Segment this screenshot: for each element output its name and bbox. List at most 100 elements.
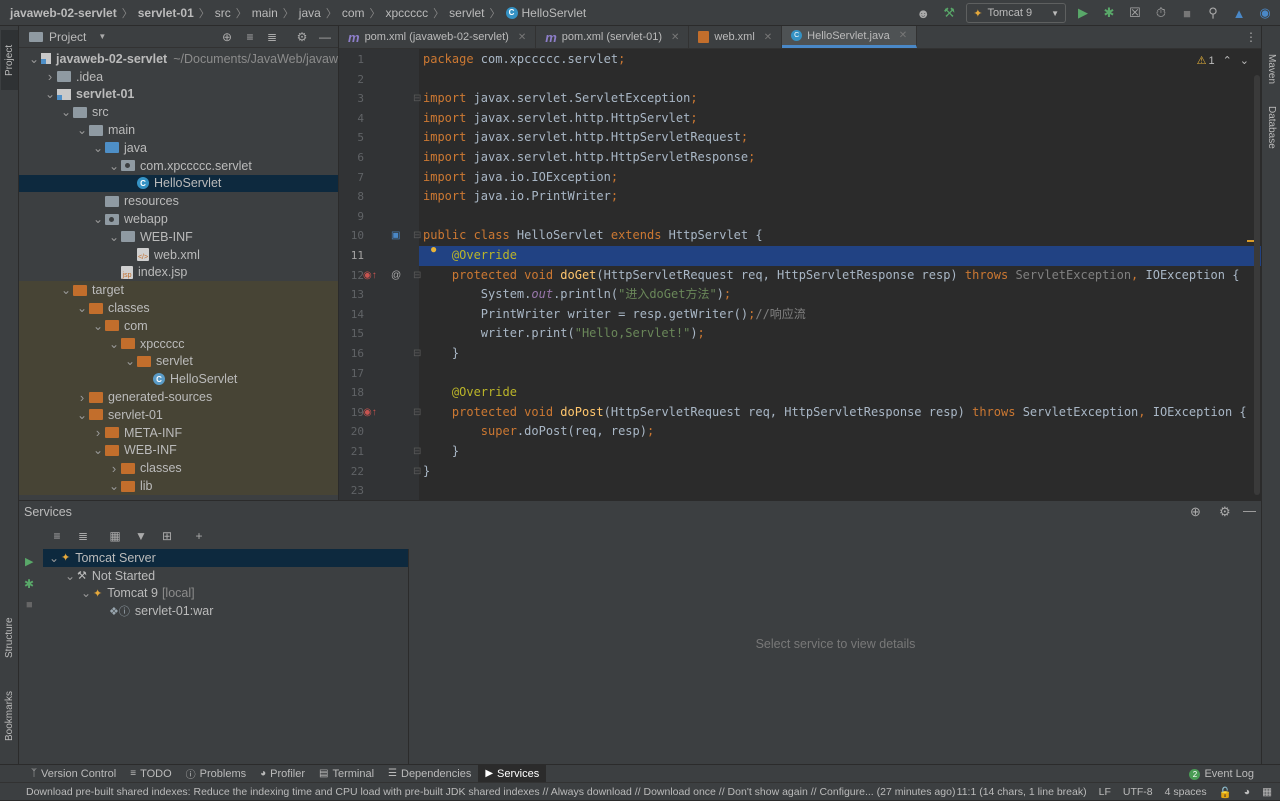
update-icon[interactable]: ▲ xyxy=(1230,4,1248,22)
group-by-icon[interactable]: ▦ xyxy=(107,529,123,543)
chevron-down-icon[interactable]: ⌄ xyxy=(79,587,93,599)
locate-icon[interactable]: ⊕ xyxy=(219,29,235,45)
gear-icon[interactable]: ⚙ xyxy=(1219,504,1231,520)
tree-row[interactable]: ⌄ servlet xyxy=(19,352,338,371)
memory-icon[interactable]: ▦ xyxy=(1262,786,1272,798)
close-icon[interactable]: ✕ xyxy=(671,32,679,43)
chevron-down-icon[interactable]: ⌄ xyxy=(107,338,121,350)
editor-tab[interactable]: m pom.xml (javaweb-02-servlet) ✕ xyxy=(339,26,537,48)
chevron-down-icon[interactable]: ⌄ xyxy=(91,444,105,456)
close-icon[interactable]: ✕ xyxy=(518,32,526,43)
build-hammer-icon[interactable]: ⚒ xyxy=(940,4,958,22)
stop-icon[interactable]: ■ xyxy=(26,599,33,611)
run-configuration-select[interactable]: ✦ Tomcat 9 ▼ xyxy=(966,3,1066,23)
tree-row[interactable]: ⌄ webapp xyxy=(19,210,338,228)
fold-icon[interactable]: ⊟ xyxy=(413,270,421,281)
fold-icon[interactable]: ⊟ xyxy=(413,446,421,457)
project-panel-title[interactable]: Project xyxy=(49,30,86,44)
tree-row[interactable]: ⌄ WEB-INF xyxy=(19,441,338,460)
filter-icon[interactable]: ▼ xyxy=(133,529,149,543)
chevron-down-icon[interactable]: ⌄ xyxy=(75,302,89,314)
tree-row[interactable]: ⌄ servlet-01 xyxy=(19,405,338,424)
structure-tool-tab[interactable]: Structure xyxy=(1,608,18,668)
run-icon[interactable]: ▶ xyxy=(25,555,33,568)
tree-row[interactable]: </> web.xml xyxy=(19,246,338,264)
fold-icon[interactable]: ⊟ xyxy=(413,230,421,241)
chevron-down-icon[interactable]: ⌄ xyxy=(1240,54,1249,67)
collapse-all-icon[interactable]: ≣ xyxy=(264,29,280,45)
file-encoding[interactable]: UTF-8 xyxy=(1123,786,1153,798)
intention-bulb-icon[interactable]: ● xyxy=(430,242,437,256)
line-separator[interactable]: LF xyxy=(1099,786,1111,798)
chevron-down-icon[interactable]: ⌄ xyxy=(107,160,121,172)
database-tool-tab[interactable]: Database xyxy=(1263,96,1280,158)
breadcrumb-item[interactable]: C HelloServlet xyxy=(505,6,586,20)
editor-tab[interactable]: web.xml ✕ xyxy=(689,26,783,48)
bottom-tab[interactable]: ☰ Dependencies xyxy=(381,765,478,783)
fold-icon[interactable]: ⊟ xyxy=(413,93,421,104)
lock-icon[interactable]: 🔓 xyxy=(1219,786,1232,799)
service-row[interactable]: ⌄ ✦ Tomcat Server xyxy=(43,549,408,567)
bottom-tab[interactable]: ▶ Services xyxy=(478,764,547,783)
project-tool-tab[interactable]: Project xyxy=(1,30,18,90)
chevron-right-icon[interactable]: › xyxy=(43,69,57,84)
run-icon[interactable]: ▶ xyxy=(1074,4,1092,22)
breadcrumb-item[interactable]: servlet xyxy=(449,6,484,20)
event-log-tab[interactable]: 2 Event Log xyxy=(1189,765,1254,783)
chevron-down-icon[interactable]: ⌄ xyxy=(59,284,73,296)
user-icon[interactable]: ☻ xyxy=(914,4,932,22)
debug-icon[interactable]: ✱ xyxy=(24,577,34,591)
bottom-tab[interactable]: ◕ Profiler xyxy=(253,765,312,783)
tree-row[interactable]: C HelloServlet xyxy=(19,174,338,193)
new-tab-icon[interactable]: ⊞ xyxy=(159,529,175,543)
bottom-tab[interactable]: ᛉ Version Control xyxy=(24,765,123,783)
breadcrumb-item[interactable]: javaweb-02-servlet xyxy=(10,6,117,20)
tree-row[interactable]: › classes xyxy=(19,459,338,478)
tree-row[interactable]: ⌄ classes xyxy=(19,299,338,317)
chevron-down-icon[interactable]: ⌄ xyxy=(59,106,73,118)
bottom-tab[interactable]: ≡ TODO xyxy=(123,765,178,783)
cursor-position[interactable]: 11:1 (14 chars, 1 line break) xyxy=(957,786,1087,798)
annotation-gutter-icon[interactable]: @ xyxy=(391,270,401,281)
chevron-down-icon[interactable]: ⌄ xyxy=(47,552,61,564)
stop-icon[interactable]: ■ xyxy=(1178,4,1196,22)
tree-row[interactable]: ⌄ src xyxy=(19,103,338,121)
tree-row[interactable]: resources xyxy=(19,192,338,210)
tree-row[interactable]: ⌄ lib xyxy=(19,477,338,495)
status-message[interactable]: Download pre-built shared indexes: Reduc… xyxy=(26,786,955,798)
editor-tab[interactable]: m pom.xml (servlet-01) ✕ xyxy=(536,26,690,48)
chevron-down-icon[interactable]: ⌄ xyxy=(107,231,121,243)
breadcrumb-item[interactable]: xpccccc xyxy=(385,6,428,20)
servlet-class-gutter-icon[interactable]: ▣ xyxy=(391,230,400,241)
chevron-down-icon[interactable]: ⌄ xyxy=(43,88,57,100)
override-method-icon[interactable]: ◉↑ xyxy=(363,270,377,281)
close-icon[interactable]: ✕ xyxy=(899,30,907,41)
tree-row[interactable]: ⌄ target xyxy=(19,281,338,300)
chevron-down-icon[interactable]: ⌄ xyxy=(91,142,105,154)
tree-row[interactable]: › generated-sources xyxy=(19,388,338,406)
minimize-icon[interactable]: — xyxy=(1243,503,1256,518)
inspection-profile-icon[interactable]: ◕ xyxy=(1244,786,1250,798)
editor-tab[interactable]: C HelloServlet.java ✕ xyxy=(782,26,918,48)
gear-icon[interactable]: ⚙ xyxy=(294,29,310,45)
tree-row[interactable]: C HelloServlet xyxy=(19,370,338,389)
editor-scrollbar[interactable] xyxy=(1254,75,1260,495)
chevron-right-icon[interactable]: › xyxy=(75,390,89,405)
breadcrumb-item[interactable]: java xyxy=(299,6,321,20)
tree-row[interactable]: ⌄ com.xpccccc.servlet xyxy=(19,157,338,175)
breadcrumb-item[interactable]: src xyxy=(215,6,231,20)
breadcrumb-item[interactable]: com xyxy=(342,6,365,20)
minimize-icon[interactable]: — xyxy=(317,29,333,45)
chevron-down-icon[interactable]: ⌄ xyxy=(75,409,89,421)
bottom-tab[interactable]: ⓘ Problems xyxy=(179,765,253,783)
tree-row[interactable]: jsp index.jsp xyxy=(19,264,338,282)
tree-row[interactable]: ⌄ com xyxy=(19,316,338,335)
tree-row[interactable]: ⌄ javaweb-02-servlet ~/Documents/JavaWeb/j… xyxy=(19,50,338,68)
bookmarks-tool-tab[interactable]: Bookmarks xyxy=(1,681,18,751)
fold-icon[interactable]: ⊟ xyxy=(413,407,421,418)
service-row[interactable]: ❖ⓘ servlet-01:war xyxy=(43,602,408,620)
tree-row[interactable]: ⌄ servlet-01 xyxy=(19,86,338,104)
chevron-down-icon[interactable]: ▼ xyxy=(98,32,106,41)
expand-all-icon[interactable]: ≡ xyxy=(242,29,258,45)
chevron-down-icon[interactable]: ⌄ xyxy=(91,213,105,225)
